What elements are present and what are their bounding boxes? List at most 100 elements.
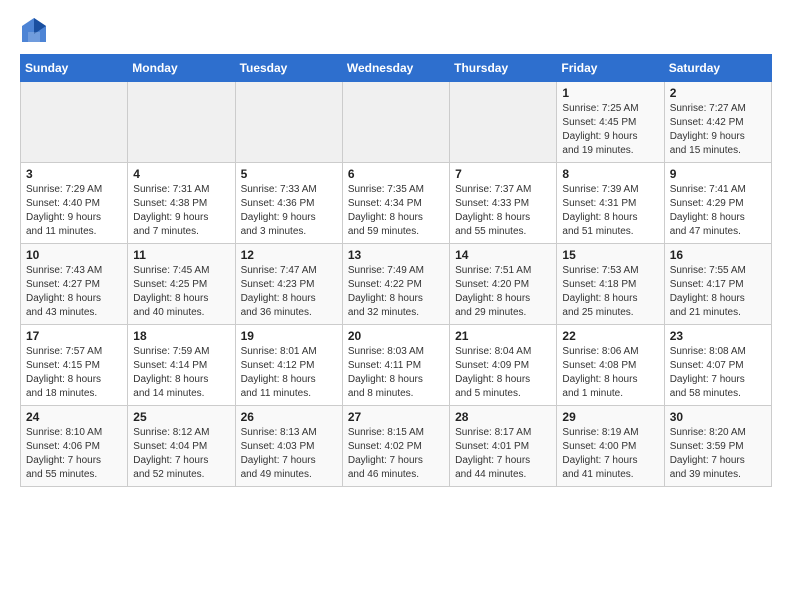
- cell-day-number: 27: [348, 410, 444, 424]
- cell-info: Sunrise: 7:45 AM Sunset: 4:25 PM Dayligh…: [133, 264, 229, 320]
- cell-info: Sunrise: 7:29 AM Sunset: 4:40 PM Dayligh…: [26, 183, 122, 239]
- calendar-cell: [128, 82, 235, 163]
- cell-info: Sunrise: 8:10 AM Sunset: 4:06 PM Dayligh…: [26, 426, 122, 482]
- calendar-cell: [450, 82, 557, 163]
- cell-info: Sunrise: 8:15 AM Sunset: 4:02 PM Dayligh…: [348, 426, 444, 482]
- cell-day-number: 24: [26, 410, 122, 424]
- cell-day-number: 1: [562, 86, 658, 100]
- calendar-cell: 16 Sunrise: 7:55 AM Sunset: 4:17 PM Dayli…: [664, 244, 771, 325]
- cell-info: Sunrise: 7:39 AM Sunset: 4:31 PM Dayligh…: [562, 183, 658, 239]
- calendar-cell: 15 Sunrise: 7:53 AM Sunset: 4:18 PM Dayli…: [557, 244, 664, 325]
- cell-day-number: 7: [455, 167, 551, 181]
- cell-day-number: 25: [133, 410, 229, 424]
- weekday-header-row: SundayMondayTuesdayWednesdayThursdayFrid…: [21, 55, 772, 82]
- cell-info: Sunrise: 7:47 AM Sunset: 4:23 PM Dayligh…: [241, 264, 337, 320]
- cell-day-number: 30: [670, 410, 766, 424]
- calendar-cell: 4 Sunrise: 7:31 AM Sunset: 4:38 PM Daylig…: [128, 163, 235, 244]
- weekday-header-tuesday: Tuesday: [235, 55, 342, 82]
- cell-day-number: 10: [26, 248, 122, 262]
- calendar-cell: 21Sunrise: 8:04 AM Sunset: 4:09 PM Dayli…: [450, 325, 557, 406]
- logo-icon: [20, 16, 48, 44]
- cell-info: Sunrise: 8:04 AM Sunset: 4:09 PM Dayligh…: [455, 345, 551, 401]
- calendar-table: SundayMondayTuesdayWednesdayThursdayFrid…: [20, 54, 772, 487]
- calendar-week-2: 3 Sunrise: 7:29 AM Sunset: 4:40 PM Daylig…: [21, 163, 772, 244]
- calendar-cell: 25 Sunrise: 8:12 AM Sunset: 4:04 PM Dayli…: [128, 406, 235, 487]
- cell-day-number: 22: [562, 329, 658, 343]
- calendar-cell: 28 Sunrise: 8:17 AM Sunset: 4:01 PM Dayli…: [450, 406, 557, 487]
- cell-day-number: 20: [348, 329, 444, 343]
- cell-info: Sunrise: 8:06 AM Sunset: 4:08 PM Dayligh…: [562, 345, 658, 401]
- cell-info: Sunrise: 7:35 AM Sunset: 4:34 PM Dayligh…: [348, 183, 444, 239]
- cell-info: Sunrise: 8:01 AM Sunset: 4:12 PM Dayligh…: [241, 345, 337, 401]
- calendar-cell: 23 Sunrise: 8:08 AM Sunset: 4:07 PM Dayli…: [664, 325, 771, 406]
- calendar-week-5: 24 Sunrise: 8:10 AM Sunset: 4:06 PM Dayli…: [21, 406, 772, 487]
- calendar-page: SundayMondayTuesdayWednesdayThursdayFrid…: [0, 0, 792, 503]
- cell-day-number: 29: [562, 410, 658, 424]
- weekday-header-saturday: Saturday: [664, 55, 771, 82]
- calendar-cell: 11Sunrise: 7:45 AM Sunset: 4:25 PM Dayli…: [128, 244, 235, 325]
- calendar-cell: [342, 82, 449, 163]
- cell-info: Sunrise: 7:55 AM Sunset: 4:17 PM Dayligh…: [670, 264, 766, 320]
- cell-info: Sunrise: 7:31 AM Sunset: 4:38 PM Dayligh…: [133, 183, 229, 239]
- cell-day-number: 26: [241, 410, 337, 424]
- calendar-cell: 3 Sunrise: 7:29 AM Sunset: 4:40 PM Daylig…: [21, 163, 128, 244]
- calendar-cell: 19Sunrise: 8:01 AM Sunset: 4:12 PM Dayli…: [235, 325, 342, 406]
- calendar-cell: 10 Sunrise: 7:43 AM Sunset: 4:27 PM Dayli…: [21, 244, 128, 325]
- calendar-cell: 29 Sunrise: 8:19 AM Sunset: 4:00 PM Dayli…: [557, 406, 664, 487]
- cell-day-number: 14: [455, 248, 551, 262]
- calendar-cell: 9Sunrise: 7:41 AM Sunset: 4:29 PM Daylig…: [664, 163, 771, 244]
- cell-day-number: 13: [348, 248, 444, 262]
- cell-info: Sunrise: 8:03 AM Sunset: 4:11 PM Dayligh…: [348, 345, 444, 401]
- calendar-cell: 12 Sunrise: 7:47 AM Sunset: 4:23 PM Dayli…: [235, 244, 342, 325]
- calendar-cell: 22 Sunrise: 8:06 AM Sunset: 4:08 PM Dayli…: [557, 325, 664, 406]
- cell-info: Sunrise: 7:25 AM Sunset: 4:45 PM Dayligh…: [562, 102, 658, 158]
- cell-day-number: 2: [670, 86, 766, 100]
- calendar-cell: 8 Sunrise: 7:39 AM Sunset: 4:31 PM Daylig…: [557, 163, 664, 244]
- cell-info: Sunrise: 7:59 AM Sunset: 4:14 PM Dayligh…: [133, 345, 229, 401]
- weekday-header-thursday: Thursday: [450, 55, 557, 82]
- weekday-header-friday: Friday: [557, 55, 664, 82]
- calendar-cell: 6 Sunrise: 7:35 AM Sunset: 4:34 PM Daylig…: [342, 163, 449, 244]
- cell-info: Sunrise: 8:19 AM Sunset: 4:00 PM Dayligh…: [562, 426, 658, 482]
- calendar-cell: 26 Sunrise: 8:13 AM Sunset: 4:03 PM Dayli…: [235, 406, 342, 487]
- cell-day-number: 6: [348, 167, 444, 181]
- cell-info: Sunrise: 7:53 AM Sunset: 4:18 PM Dayligh…: [562, 264, 658, 320]
- calendar-cell: 18Sunrise: 7:59 AM Sunset: 4:14 PM Dayli…: [128, 325, 235, 406]
- logo: [20, 16, 52, 44]
- calendar-cell: 5Sunrise: 7:33 AM Sunset: 4:36 PM Daylig…: [235, 163, 342, 244]
- cell-info: Sunrise: 7:57 AM Sunset: 4:15 PM Dayligh…: [26, 345, 122, 401]
- cell-day-number: 3: [26, 167, 122, 181]
- calendar-cell: 24 Sunrise: 8:10 AM Sunset: 4:06 PM Dayli…: [21, 406, 128, 487]
- cell-day-number: 4: [133, 167, 229, 181]
- cell-day-number: 9: [670, 167, 766, 181]
- calendar-week-4: 17Sunrise: 7:57 AM Sunset: 4:15 PM Dayli…: [21, 325, 772, 406]
- cell-day-number: 15: [562, 248, 658, 262]
- cell-info: Sunrise: 7:37 AM Sunset: 4:33 PM Dayligh…: [455, 183, 551, 239]
- cell-info: Sunrise: 8:17 AM Sunset: 4:01 PM Dayligh…: [455, 426, 551, 482]
- calendar-week-1: 1 Sunrise: 7:25 AM Sunset: 4:45 PM Daylig…: [21, 82, 772, 163]
- cell-info: Sunrise: 7:43 AM Sunset: 4:27 PM Dayligh…: [26, 264, 122, 320]
- calendar-cell: [21, 82, 128, 163]
- calendar-cell: 14 Sunrise: 7:51 AM Sunset: 4:20 PM Dayli…: [450, 244, 557, 325]
- calendar-cell: 1 Sunrise: 7:25 AM Sunset: 4:45 PM Daylig…: [557, 82, 664, 163]
- calendar-cell: 27 Sunrise: 8:15 AM Sunset: 4:02 PM Dayli…: [342, 406, 449, 487]
- cell-info: Sunrise: 7:49 AM Sunset: 4:22 PM Dayligh…: [348, 264, 444, 320]
- cell-info: Sunrise: 8:13 AM Sunset: 4:03 PM Dayligh…: [241, 426, 337, 482]
- cell-day-number: 28: [455, 410, 551, 424]
- cell-day-number: 12: [241, 248, 337, 262]
- calendar-cell: 13 Sunrise: 7:49 AM Sunset: 4:22 PM Dayli…: [342, 244, 449, 325]
- cell-info: Sunrise: 8:08 AM Sunset: 4:07 PM Dayligh…: [670, 345, 766, 401]
- cell-info: Sunrise: 7:33 AM Sunset: 4:36 PM Dayligh…: [241, 183, 337, 239]
- header: [20, 16, 772, 44]
- cell-day-number: 16: [670, 248, 766, 262]
- cell-day-number: 23: [670, 329, 766, 343]
- calendar-cell: 20 Sunrise: 8:03 AM Sunset: 4:11 PM Dayli…: [342, 325, 449, 406]
- cell-info: Sunrise: 7:51 AM Sunset: 4:20 PM Dayligh…: [455, 264, 551, 320]
- weekday-header-sunday: Sunday: [21, 55, 128, 82]
- calendar-cell: 17Sunrise: 7:57 AM Sunset: 4:15 PM Dayli…: [21, 325, 128, 406]
- cell-info: Sunrise: 8:20 AM Sunset: 3:59 PM Dayligh…: [670, 426, 766, 482]
- cell-info: Sunrise: 8:12 AM Sunset: 4:04 PM Dayligh…: [133, 426, 229, 482]
- cell-info: Sunrise: 7:27 AM Sunset: 4:42 PM Dayligh…: [670, 102, 766, 158]
- calendar-week-3: 10 Sunrise: 7:43 AM Sunset: 4:27 PM Dayli…: [21, 244, 772, 325]
- cell-day-number: 8: [562, 167, 658, 181]
